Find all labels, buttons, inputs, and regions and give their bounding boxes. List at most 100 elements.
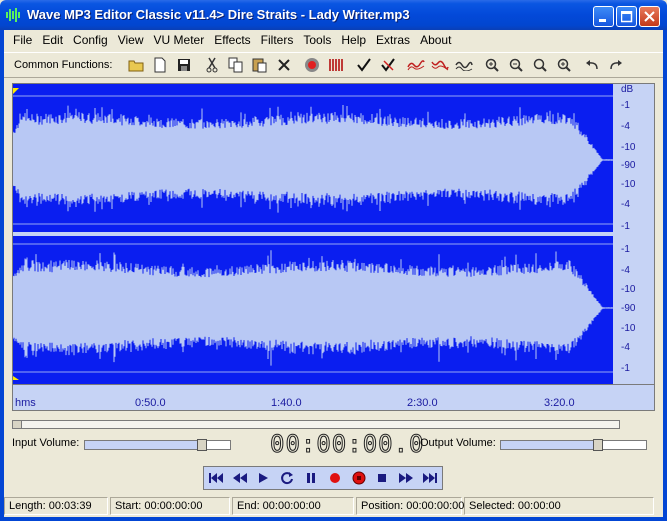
undo-icon — [586, 60, 598, 70]
new-button[interactable] — [148, 54, 172, 76]
zoom-in-button[interactable] — [480, 54, 504, 76]
pause-button[interactable] — [300, 468, 322, 488]
db-tick-label: -1 — [621, 244, 630, 255]
output-volume-fill — [501, 441, 593, 449]
wave-fade-out-icon — [431, 60, 449, 71]
menu-view[interactable]: View — [113, 33, 149, 47]
menu-filters[interactable]: Filters — [256, 33, 299, 47]
redo-button[interactable] — [604, 54, 628, 76]
window-frame-left — [0, 30, 4, 521]
status-position: Position: 00:00:00:00 — [356, 497, 464, 515]
output-volume-slider[interactable] — [500, 439, 647, 451]
status-end: End: 00:00:00:00 — [232, 497, 354, 515]
copy-button[interactable] — [224, 54, 248, 76]
zoom-out-button[interactable] — [504, 54, 528, 76]
stop-button[interactable] — [371, 468, 393, 488]
transport-controls — [203, 466, 443, 490]
menu-edit[interactable]: Edit — [37, 33, 68, 47]
rewind-icon — [232, 473, 247, 483]
right-channel-wave — [13, 250, 613, 366]
delete-button[interactable] — [272, 54, 296, 76]
copy-icon — [228, 57, 243, 73]
record-stop-button[interactable] — [348, 468, 370, 488]
time-tick-label: 2:30.0 — [407, 397, 438, 409]
loop-button[interactable] — [276, 468, 298, 488]
window-frame-bottom — [0, 517, 667, 521]
maximize-button[interactable] — [616, 6, 637, 27]
check-icon — [357, 58, 371, 72]
time-display: 00:00:00.0 — [270, 430, 425, 458]
playhead-marker[interactable] — [13, 376, 19, 380]
db-tick-label: -10 — [621, 323, 636, 334]
menu-extras[interactable]: Extras — [371, 33, 415, 47]
zoom-select-icon — [557, 58, 571, 72]
minimize-button[interactable] — [593, 6, 614, 27]
record-icon — [329, 473, 340, 483]
pause-icon — [307, 473, 316, 483]
zoom-fit-button[interactable] — [528, 54, 552, 76]
input-volume-thumb[interactable] — [197, 439, 207, 451]
menu-file[interactable]: File — [8, 33, 37, 47]
undo-button[interactable] — [580, 54, 604, 76]
normalize-button[interactable] — [452, 54, 476, 76]
db-tick-label: -4 — [621, 342, 630, 353]
window-title: Wave MP3 Editor Classic v11.4> Dire Stra… — [27, 7, 410, 22]
db-unit-label: dB — [621, 84, 634, 95]
uncheck-icon — [381, 58, 395, 72]
fade-out-button[interactable] — [428, 54, 452, 76]
input-volume-label: Input Volume: — [12, 437, 80, 449]
scrollbar-thumb[interactable] — [13, 421, 22, 428]
zoom-selection-button[interactable] — [552, 54, 576, 76]
record-tool-button[interactable] — [300, 54, 324, 76]
paste-icon — [252, 58, 267, 73]
horizontal-scrollbar[interactable] — [12, 420, 620, 429]
play-button[interactable] — [252, 468, 274, 488]
output-volume-thumb[interactable] — [593, 439, 603, 451]
fade-in-button[interactable] — [404, 54, 428, 76]
skip-start-button[interactable] — [205, 468, 227, 488]
marker-button[interactable] — [324, 54, 348, 76]
close-icon — [644, 11, 655, 22]
db-tick-label: -1 — [621, 100, 630, 111]
menu-config[interactable]: Config — [68, 33, 113, 47]
record-button[interactable] — [324, 468, 346, 488]
zoom-in-icon — [485, 58, 499, 72]
menu-help[interactable]: Help — [336, 33, 371, 47]
db-tick-label: -4 — [621, 265, 630, 276]
app-icon — [6, 8, 20, 22]
record-icon — [305, 58, 319, 72]
rewind-button[interactable] — [229, 468, 251, 488]
cut-button[interactable] — [200, 54, 224, 76]
db-scale: dB -1 -4 -10 -90 -10 -4 -1 -1 -4 -10 -90 -10 -4 -1 — [613, 84, 654, 384]
cut-icon — [206, 57, 218, 73]
close-button[interactable] — [639, 6, 660, 27]
left-channel-wave — [13, 105, 613, 213]
menu-bar: File Edit Config View VU Meter Effects Filters… — [4, 30, 663, 50]
waveform-canvas[interactable] — [13, 84, 613, 384]
db-tick-label: -90 — [621, 303, 636, 314]
toolbar-label: Common Functions: — [14, 59, 113, 71]
db-tick-label: -90 — [621, 160, 636, 171]
status-length: Length: 00:03:39 — [4, 497, 108, 515]
check-button[interactable] — [352, 54, 376, 76]
db-tick-label: -1 — [621, 363, 630, 374]
save-button[interactable] — [172, 54, 196, 76]
menu-effects[interactable]: Effects — [209, 33, 255, 47]
skip-start-icon — [208, 473, 223, 483]
time-tick-label: 0:50.0 — [135, 397, 166, 409]
waveform-editor[interactable]: dB -1 -4 -10 -90 -10 -4 -1 -1 -4 -10 -90 -10 -4 -1 hm… — [12, 83, 655, 411]
skip-end-icon — [423, 473, 438, 483]
skip-end-button[interactable] — [419, 468, 441, 488]
input-volume-fill — [85, 441, 197, 449]
fast-forward-button[interactable] — [395, 468, 417, 488]
uncheck-button[interactable] — [376, 54, 400, 76]
db-tick-label: -4 — [621, 199, 630, 210]
menu-about[interactable]: About — [415, 33, 456, 47]
input-volume-slider[interactable] — [84, 439, 231, 451]
open-button[interactable] — [124, 54, 148, 76]
paste-button[interactable] — [248, 54, 272, 76]
fast-forward-icon — [399, 473, 414, 483]
menu-vu-meter[interactable]: VU Meter — [149, 33, 210, 47]
playhead-marker[interactable] — [13, 88, 19, 94]
menu-tools[interactable]: Tools — [298, 33, 336, 47]
